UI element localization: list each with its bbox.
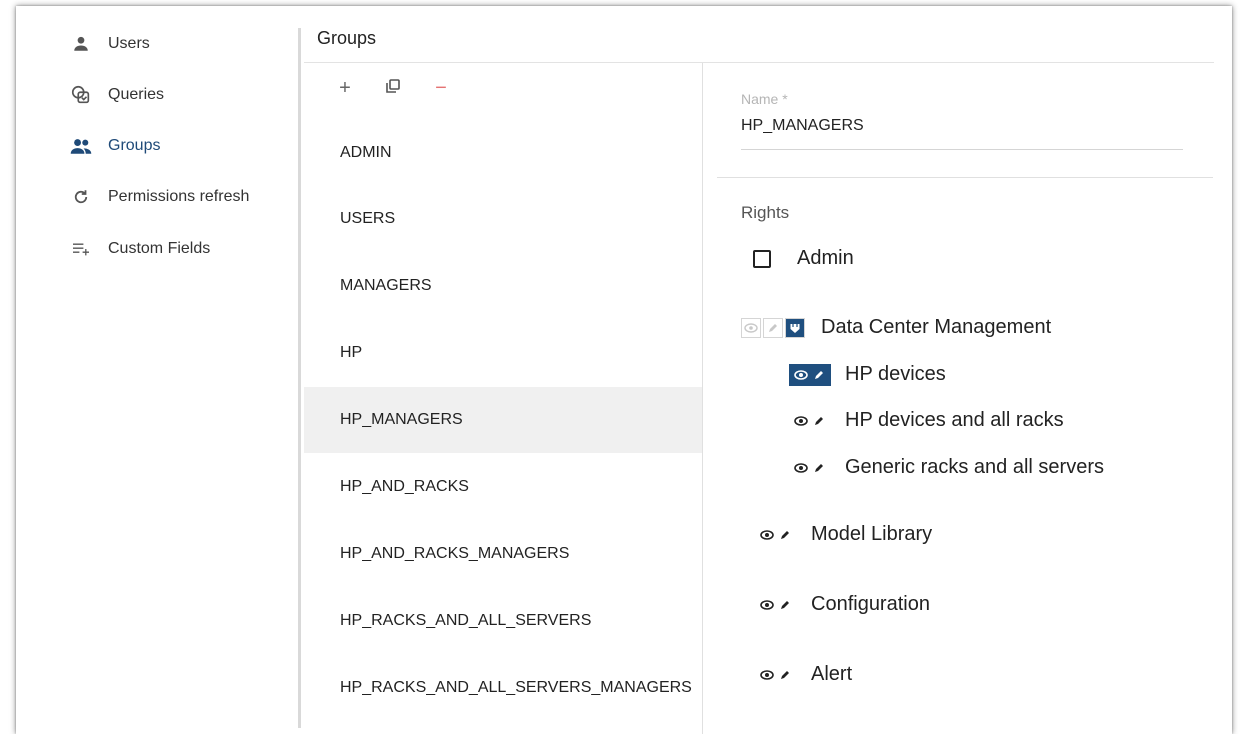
queries-icon (66, 84, 96, 106)
sidebar-item-label: Permissions refresh (108, 188, 250, 205)
plus-icon: + (339, 76, 351, 99)
view-toggle[interactable] (758, 526, 776, 544)
minus-icon: − (435, 76, 447, 99)
right-label: Model Library (811, 523, 933, 545)
sidebar-item-label: Queries (108, 86, 165, 103)
edit-toggle[interactable] (776, 526, 794, 544)
edit-toggle[interactable] (776, 596, 794, 614)
pencil-icon (815, 370, 823, 379)
remove-group-button[interactable]: − (430, 77, 452, 99)
name-field-label: Name * (741, 91, 788, 107)
permission-toggles (789, 457, 831, 479)
view-toggle[interactable] (792, 459, 810, 477)
eye-icon (794, 415, 808, 426)
manage-toggle[interactable] (785, 317, 805, 338)
group-list-item[interactable]: HP_RACKS_AND_ALL_SERVERS (304, 588, 702, 654)
right-data-center-management: Data Center Management (741, 316, 1051, 339)
group-list-item[interactable]: ADMIN (304, 120, 702, 186)
edit-toggle[interactable] (776, 666, 794, 684)
page-title: Groups (317, 28, 377, 48)
sidebar-item-custom-fields[interactable]: Custom Fields (16, 229, 298, 269)
group-list-item-selected[interactable]: HP_MANAGERS (304, 387, 702, 453)
name-field-underline (741, 149, 1183, 150)
eye-icon (794, 462, 808, 473)
group-list-item[interactable]: HP_RACKS_AND_ALL_SERVERS_MANAGERS (304, 655, 702, 721)
sidebar-item-label: Groups (108, 137, 161, 154)
group-icon (66, 137, 96, 155)
eye-icon (794, 369, 808, 380)
right-label: Data Center Management (821, 316, 1052, 338)
group-toolbar: + − (334, 77, 452, 99)
pencil-icon (781, 600, 789, 609)
right-configuration: Configuration (755, 593, 930, 616)
view-toggle[interactable] (758, 596, 776, 614)
view-toggle[interactable] (758, 666, 776, 684)
right-hp-devices: HP devices (789, 363, 946, 386)
person-icon (66, 35, 96, 53)
group-list-item[interactable]: HP_AND_RACKS_MANAGERS (304, 521, 702, 587)
view-toggle[interactable] (792, 412, 810, 430)
add-group-button[interactable]: + (334, 77, 356, 99)
section-divider (717, 177, 1213, 178)
right-label: HP devices and all racks (845, 409, 1064, 431)
permission-toggles (755, 664, 797, 686)
eye-icon (760, 669, 774, 680)
sidebar-item-groups[interactable]: Groups (16, 126, 298, 166)
sidebar-item-queries[interactable]: Queries (16, 75, 298, 115)
sidebar-item-users[interactable]: Users (16, 24, 298, 64)
pencil-icon (815, 463, 823, 472)
sidebar: Users Queries Groups Permissions refresh… (16, 6, 298, 734)
pencil-icon (769, 323, 777, 332)
copy-group-button[interactable] (382, 77, 404, 99)
sidebar-item-label: Users (108, 35, 150, 52)
admin-right: Admin (753, 247, 854, 270)
view-toggle[interactable] (792, 366, 810, 384)
right-model-library: Model Library (755, 523, 932, 546)
right-alert: Alert (755, 663, 852, 686)
eye-icon (760, 529, 774, 540)
pencil-icon (781, 530, 789, 539)
rights-heading: Rights (741, 203, 790, 222)
permission-toggles (789, 410, 831, 432)
app-window: Users Queries Groups Permissions refresh… (16, 6, 1232, 734)
permission-toggles (789, 363, 831, 386)
eye-icon (744, 322, 758, 333)
copy-icon (385, 77, 401, 100)
pencil-icon (781, 670, 789, 679)
right-label: Configuration (811, 593, 930, 615)
admin-checkbox[interactable] (753, 249, 771, 268)
group-detail-panel: Name * HP_MANAGERS Rights Admin Data Cen (703, 63, 1232, 734)
group-list-item[interactable]: HP_AND_RACKS (304, 454, 702, 520)
sidebar-item-label: Custom Fields (108, 240, 211, 257)
edit-toggle[interactable] (763, 317, 783, 338)
permission-toggles (755, 594, 797, 616)
refresh-icon (66, 188, 96, 206)
permission-toggles (755, 524, 797, 546)
group-list-item[interactable]: USERS (304, 186, 702, 252)
right-label: HP devices (845, 363, 946, 385)
group-list-item[interactable]: HP (304, 320, 702, 386)
edit-toggle[interactable] (810, 459, 828, 477)
group-list-item[interactable]: MANAGERS (304, 253, 702, 319)
edit-toggle[interactable] (810, 412, 828, 430)
shield-icon (790, 323, 800, 333)
eye-icon (760, 599, 774, 610)
right-label: Alert (811, 663, 853, 685)
view-toggle[interactable] (741, 317, 761, 338)
permission-toggles (741, 317, 807, 338)
right-hp-devices-and-all-racks: HP devices and all racks (789, 409, 1064, 432)
sidebar-item-permissions-refresh[interactable]: Permissions refresh (16, 177, 298, 217)
admin-label: Admin (797, 247, 854, 269)
pencil-icon (815, 416, 823, 425)
name-field[interactable]: HP_MANAGERS (741, 117, 864, 135)
right-label: Generic racks and all servers (845, 456, 1104, 478)
playlist-add-icon (66, 241, 96, 257)
right-generic-racks-and-all-servers: Generic racks and all servers (789, 456, 1104, 479)
group-list-panel: + − ADMIN USERS MANAGERS HP HP_MANAGERS … (304, 63, 702, 734)
sidebar-divider (298, 28, 301, 728)
edit-toggle[interactable] (810, 366, 828, 384)
